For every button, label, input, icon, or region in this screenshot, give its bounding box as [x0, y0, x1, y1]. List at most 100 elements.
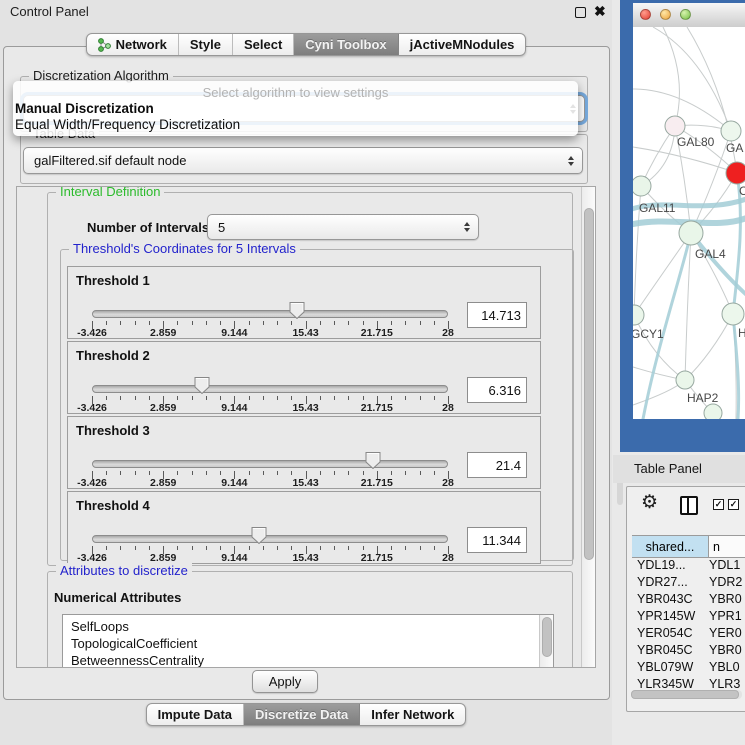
slider-track[interactable]	[92, 310, 448, 318]
bottom-tab-group: Impute Data Discretize Data Infer Network	[146, 703, 467, 726]
checkbox-checked-icon[interactable]: ✓	[728, 499, 739, 510]
threshold-slider[interactable]: -3.4262.8599.14415.4321.71528	[92, 492, 448, 563]
network-node[interactable]	[704, 404, 722, 419]
cell-name: YDL1	[709, 558, 745, 575]
axis-tick	[192, 471, 193, 475]
table-row[interactable]: YBL079WYBL0	[632, 660, 745, 677]
mac-zoom-button[interactable]	[680, 9, 691, 20]
tab-infer-network[interactable]: Infer Network	[360, 704, 465, 725]
top-tab-row: NetworkStyleSelectCyni ToolboxjActiveMNo…	[0, 33, 612, 56]
slider-thumb[interactable]	[195, 377, 210, 394]
slider-thumb[interactable]	[290, 302, 305, 319]
network-node-label: GCY1	[633, 327, 664, 341]
axis-tick-label: 15.43	[292, 402, 318, 414]
tab-select[interactable]: Select	[233, 34, 294, 55]
table-row[interactable]: YPR145WYPR1	[632, 609, 745, 626]
table-row[interactable]: YBR045CYBR0	[632, 643, 745, 660]
table-column-header[interactable]: n	[709, 536, 745, 557]
gear-icon[interactable]: ⚙	[641, 491, 658, 514]
threshold-slider[interactable]: -3.4262.8599.14415.4321.71528	[92, 342, 448, 413]
slider-thumb[interactable]	[366, 452, 381, 469]
threshold-value-field[interactable]: 11.344	[467, 527, 527, 553]
network-node-label: HAP2	[687, 391, 719, 405]
attributes-scrollbar-thumb[interactable]	[542, 617, 552, 657]
slider-thumb[interactable]	[252, 527, 267, 544]
attribute-item[interactable]: SelfLoops	[63, 618, 553, 635]
table-column-header[interactable]: shared...	[632, 536, 709, 557]
dropdown-option-equal-width[interactable]: Equal Width/Frequency Discretization	[15, 117, 576, 133]
close-icon[interactable]: ✖	[594, 3, 606, 20]
network-node[interactable]	[726, 162, 745, 184]
table-row[interactable]: YBR043CYBR0	[632, 592, 745, 609]
threshold-slider[interactable]: -3.4262.8599.14415.4321.71528	[92, 417, 448, 488]
checkbox-checked-icon[interactable]: ✓	[713, 499, 724, 510]
tab-style[interactable]: Style	[179, 34, 233, 55]
control-panel-window: Control Panel ✖ NetworkStyleSelectCyni T…	[0, 0, 612, 745]
slider-track[interactable]	[92, 460, 448, 468]
table-row[interactable]: YDL19...YDL1	[632, 558, 745, 575]
threshold-value-field[interactable]: 21.4	[467, 452, 527, 478]
float-window-icon[interactable]	[575, 7, 586, 18]
numerical-attributes-list[interactable]: SelfLoopsTopologicalCoefficientBetweenne…	[62, 614, 554, 668]
table-row[interactable]: YDR27...YDR2	[632, 575, 745, 592]
network-canvas[interactable]: GAL80GACGAL11GAL4GCY1HHAP2	[633, 27, 745, 419]
axis-tick	[249, 396, 250, 400]
axis-tick	[420, 396, 421, 400]
axis-tick	[120, 321, 121, 325]
number-of-intervals-combobox[interactable]: 5	[207, 214, 479, 240]
axis-tick	[249, 471, 250, 475]
attribute-item[interactable]: TopologicalCoefficient	[63, 635, 553, 652]
axis-tick	[106, 546, 107, 550]
axis-tick	[220, 546, 221, 550]
tab-discretize-data[interactable]: Discretize Data	[244, 704, 360, 725]
network-node[interactable]	[676, 371, 694, 389]
axis-tick	[391, 321, 392, 325]
axis-tick	[206, 396, 207, 400]
axis-tick	[391, 396, 392, 400]
network-node-label: GAL80	[677, 135, 715, 149]
split-columns-icon[interactable]	[680, 496, 698, 515]
apply-button[interactable]: Apply	[252, 670, 318, 693]
network-node[interactable]	[679, 221, 703, 245]
network-node[interactable]	[633, 176, 651, 196]
table-row[interactable]: YLR345WYLR3	[632, 677, 745, 689]
attributes-scrollbar[interactable]	[539, 615, 553, 668]
thresholds-group: Threshold's Coordinates for 5 Intervals …	[60, 249, 574, 561]
tab-cyni-toolbox[interactable]: Cyni Toolbox	[294, 34, 398, 55]
axis-tick-label: 9.144	[221, 552, 247, 564]
axis-tick-label: -3.426	[77, 477, 107, 489]
network-node[interactable]	[665, 116, 685, 136]
axis-tick	[363, 396, 364, 400]
tab-network[interactable]: Network	[87, 34, 179, 55]
network-edge	[663, 27, 679, 126]
settings-scrollbar[interactable]	[581, 187, 595, 667]
table-horizontal-scrollbar[interactable]	[631, 690, 742, 699]
threshold-panel-3: Threshold 3-3.4262.8599.14415.4321.71528…	[67, 416, 541, 489]
threshold-value-field[interactable]: 6.316	[467, 377, 527, 403]
tab-label: Discretize Data	[255, 707, 348, 722]
threshold-slider[interactable]: -3.4262.8599.14415.4321.71528	[92, 267, 448, 338]
table-row[interactable]: YER054CYER0	[632, 626, 745, 643]
table-hscrollbar-thumb[interactable]	[631, 690, 739, 699]
mac-close-button[interactable]	[640, 9, 651, 20]
threshold-value-field[interactable]: 14.713	[467, 302, 527, 328]
network-window-titlebar[interactable]	[633, 3, 745, 28]
mac-minimize-button[interactable]	[660, 9, 671, 20]
tab-label: Impute Data	[158, 707, 232, 722]
slider-track[interactable]	[92, 385, 448, 393]
settings-scrollbar-thumb[interactable]	[584, 208, 594, 560]
dropdown-option-manual[interactable]: Manual Discretization	[15, 101, 576, 117]
axis-tick-label: -3.426	[77, 402, 107, 414]
network-node[interactable]	[722, 303, 744, 325]
attribute-item[interactable]: BetweennessCentrality	[63, 652, 553, 668]
tab-jactivemnodules[interactable]: jActiveMNodules	[399, 34, 526, 55]
tab-impute-data[interactable]: Impute Data	[147, 704, 244, 725]
table-data-combobox[interactable]: galFiltered.sif default node	[23, 147, 583, 174]
slider-track[interactable]	[92, 535, 448, 543]
axis-tick	[220, 396, 221, 400]
network-node[interactable]	[633, 305, 644, 325]
cell-name: YDR2	[709, 575, 745, 592]
axis-tick	[135, 471, 136, 475]
network-node[interactable]	[721, 121, 741, 141]
axis-tick	[192, 546, 193, 550]
